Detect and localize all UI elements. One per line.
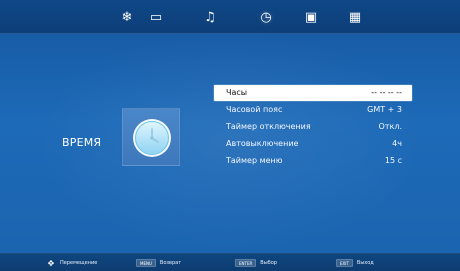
clock-illustration	[122, 108, 180, 166]
monitor-icon[interactable]: ▭	[147, 8, 165, 26]
move-icon: ✥	[47, 258, 55, 268]
time-settings-menu: Часы -- -- -- -- Часовой пояс GMT + 3 Та…	[214, 85, 412, 169]
menu-value-menu-timer: 15 с	[384, 156, 402, 165]
top-menu-bar: ❄ ▭ ♫ ◷ ▣ ▦	[0, 0, 460, 34]
menu-key: MENU	[136, 259, 156, 267]
lock-icon[interactable]: ▣	[302, 8, 320, 26]
clock-icon-large	[133, 119, 171, 157]
hint-move-label: Перемещение	[60, 260, 98, 266]
footer-hints-bar: ✥ Перемещение MENU Возврат ENTER Выбор E…	[0, 253, 460, 271]
hint-exit: EXIT Выход	[336, 258, 374, 268]
menu-value-sleep-timer: Откл.	[378, 122, 402, 131]
menu-row-auto-power-off[interactable]: Автовыключение 4ч	[214, 136, 412, 152]
menu-label-auto-power-off: Автовыключение	[226, 139, 299, 148]
menu-value-timezone: GMT + 3	[367, 105, 402, 114]
menu-value-clock: -- -- -- --	[371, 88, 402, 97]
apps-icon[interactable]: ▦	[346, 8, 364, 26]
menu-row-sleep-timer[interactable]: Таймер отключения Откл.	[214, 119, 412, 135]
hint-enter: ENTER Выбор	[235, 258, 277, 268]
menu-label-menu-timer: Таймер меню	[226, 156, 283, 165]
page-title: ВРЕМЯ	[62, 136, 102, 149]
picture-icon[interactable]: ❄	[118, 8, 136, 26]
menu-row-timezone[interactable]: Часовой пояс GMT + 3	[214, 102, 412, 118]
hint-move: ✥ Перемещение	[46, 258, 98, 268]
exit-key: EXIT	[336, 259, 353, 267]
menu-label-clock: Часы	[226, 88, 248, 97]
tv-settings-screen: ❄ ▭ ♫ ◷ ▣ ▦ ВРЕМЯ Часы -- -- -- -- Часов…	[0, 0, 460, 271]
hint-exit-label: Выход	[356, 260, 374, 266]
hint-menu: MENU Возврат	[136, 258, 181, 268]
enter-key: ENTER	[235, 259, 257, 267]
clock-icon[interactable]: ◷	[257, 8, 275, 26]
menu-label-sleep-timer: Таймер отключения	[226, 122, 311, 131]
menu-row-clock[interactable]: Часы -- -- -- --	[214, 85, 412, 101]
hint-enter-label: Выбор	[260, 260, 277, 266]
menu-row-menu-timer[interactable]: Таймер меню 15 с	[214, 153, 412, 169]
menu-label-timezone: Часовой пояс	[226, 105, 283, 114]
hint-menu-label: Возврат	[159, 260, 182, 266]
menu-value-auto-power-off: 4ч	[392, 139, 402, 148]
music-icon[interactable]: ♫	[201, 8, 219, 26]
